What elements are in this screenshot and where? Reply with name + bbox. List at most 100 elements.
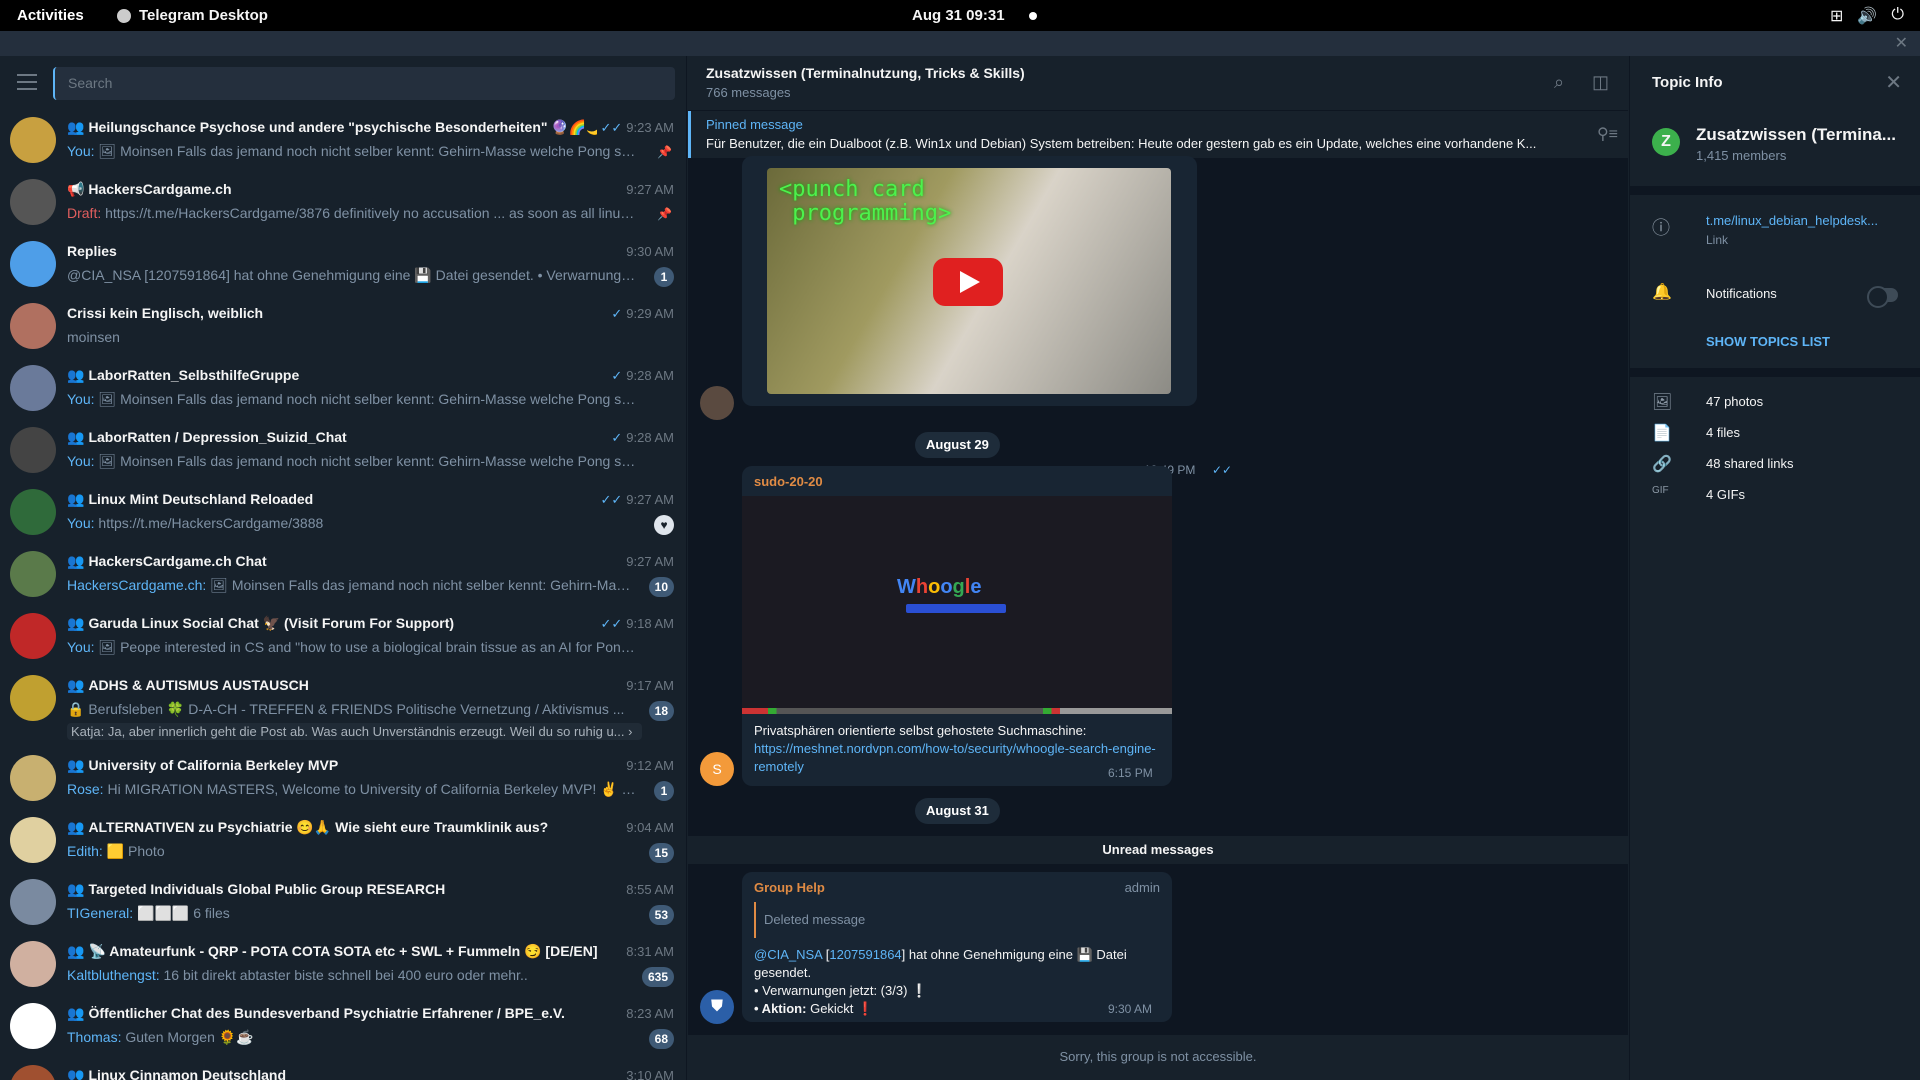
window-titlebar: ✕ <box>0 31 1920 56</box>
conversation-panel: Zusatzwissen (Terminalnutzung, Tricks & … <box>688 56 1628 1080</box>
user-id-link[interactable]: 1207591864 <box>829 947 901 962</box>
activities-button[interactable]: Activities <box>17 7 84 24</box>
shared-media-row[interactable]: GIF 4 GIFs <box>1630 479 1920 511</box>
system-tray[interactable]: ⊞ 🔊 ⏻ <box>1830 6 1904 26</box>
message-bubble[interactable]: sudo-20-20 Whoogle Privatsphären orienti… <box>742 466 1172 786</box>
chat-avatar <box>10 551 56 597</box>
chat-preview: TIGeneral: ⬜⬜⬜ 6 files <box>67 905 230 921</box>
chat-name: 👥 ADHS & AUTISMUS AUSTAUSCH <box>67 677 309 693</box>
shared-media-row[interactable]: 📄 4 files <box>1630 417 1920 449</box>
chat-list-item[interactable]: 👥 LaborRatten / Depression_Suizid_Chat ✓ 9:… <box>0 421 686 483</box>
chat-list-item[interactable]: 👥 ADHS & AUTISMUS AUSTAUSCH 9:17 AM 🔒 Beruf… <box>0 669 686 749</box>
volume-icon[interactable]: 🔊 <box>1857 6 1877 26</box>
chat-list-item[interactable]: 👥 ALTERNATIVEN zu Psychiatrie 😊🙏 Wie sieh… <box>0 811 686 873</box>
pinned-list-icon[interactable]: ⚲≡ <box>1597 124 1618 144</box>
hamburger-menu-icon[interactable] <box>17 74 37 95</box>
avatar[interactable]: S <box>700 752 734 786</box>
chat-list-item[interactable]: 👥 Linux Mint Deutschland Reloaded ✓✓ 9:27 A… <box>0 483 686 545</box>
chat-list-item[interactable]: 👥 Linux Cinnamon Deutschland 3:10 AM <box>0 1059 686 1080</box>
chat-list-item[interactable]: 👥 LaborRatten_SelbsthilfeGruppe ✓ 9:28 AM Yo… <box>0 359 686 421</box>
chat-name: Replies <box>67 243 117 259</box>
chat-avatar <box>10 427 56 473</box>
search-input[interactable]: Search <box>53 67 675 100</box>
conversation-header[interactable]: Zusatzwissen (Terminalnutzung, Tricks & … <box>688 56 1628 111</box>
chat-preview: 🔒 Berufsleben 🍀 D-A-CH - TREFFEN & FRIEN… <box>67 701 625 717</box>
chat-time: 3:10 AM <box>626 1068 674 1080</box>
chat-time: 9:30 AM <box>626 244 674 259</box>
group-icon: 👥 <box>67 1067 85 1080</box>
avatar[interactable] <box>700 386 734 420</box>
message-text: Privatsphären orientierte selbst gehoste… <box>754 722 1164 776</box>
warnings-line: • Verwarnungen jetzt: (3/3) ❕ <box>754 983 928 998</box>
chat-list-item[interactable]: 👥 University of California Berkeley MVP 9:… <box>0 749 686 811</box>
chat-name: 👥 📡 Amateurfunk - QRP - POTA COTA SOTA et… <box>67 943 597 959</box>
video-message[interactable]: <punch card programming> 12:49 PM ✓✓ <box>742 156 1232 477</box>
chat-list-item[interactable]: Replies 9:30 AM @CIA_NSA [1207591864] hat … <box>0 235 686 297</box>
chat-list-item[interactable]: 👥 Targeted Individuals Global Public Grou… <box>0 873 686 935</box>
chat-name: 👥 LaborRatten / Depression_Suizid_Chat <box>67 429 347 445</box>
play-icon[interactable] <box>933 258 1003 306</box>
message-link[interactable]: https://meshnet.nordvpn.com/how-to/secur… <box>754 741 1156 774</box>
mention-link[interactable]: @CIA_NSA <box>754 947 822 962</box>
conversation-subtitle: 766 messages <box>706 85 791 100</box>
show-topics-button[interactable]: SHOW TOPICS LIST <box>1706 334 1830 349</box>
network-icon[interactable]: ⊞ <box>1830 6 1843 26</box>
group-icon: 👥 <box>67 367 85 383</box>
pinned-message-bar[interactable]: Pinned message Für Benutzer, die ein Dua… <box>688 111 1628 158</box>
action-value: Gekickt ❗ <box>810 1001 874 1016</box>
chat-list-item[interactable]: 👥 Garuda Linux Social Chat 🦅 (Visit Forum… <box>0 607 686 669</box>
close-icon[interactable]: ✕ <box>1885 70 1902 95</box>
sender-name[interactable]: Group Help <box>754 880 825 895</box>
chat-list-item[interactable]: 👥 📡 Amateurfunk - QRP - POTA COTA SOTA et… <box>0 935 686 997</box>
side-panel-icon[interactable]: ◫ <box>1592 72 1609 93</box>
pin-icon: 📌 <box>657 145 672 159</box>
message-bubble[interactable]: Group Help admin Deleted message @CIA_NS… <box>742 872 1172 1022</box>
media-count-label: 48 shared links <box>1706 456 1794 471</box>
message-body: Privatsphären orientierte selbst gehoste… <box>754 723 1087 738</box>
search-icon[interactable]: ⌕ <box>1554 72 1564 93</box>
chat-list-item[interactable]: 👥 Heilungschance Psychose und andere "psy… <box>0 111 686 173</box>
chat-list-item[interactable]: 👥 HackersCardgame.ch Chat 9:27 AM HackersCa… <box>0 545 686 607</box>
chat-time: 9:17 AM <box>626 678 674 693</box>
unread-badge: 10 <box>648 577 674 597</box>
shared-media-row[interactable]: 🔗 48 shared links <box>1630 448 1920 480</box>
topic-avatar: Z <box>1652 128 1680 156</box>
topic-name: Zusatzwissen (Termina... <box>1696 125 1896 144</box>
recording-indicator <box>1029 12 1037 20</box>
chat-name: 👥 HackersCardgame.ch Chat <box>67 553 267 569</box>
unread-separator: Unread messages <box>688 836 1628 864</box>
shield-icon[interactable]: ⛊ <box>700 990 734 1024</box>
app-menu[interactable]: Telegram Desktop <box>117 7 268 24</box>
video-thumbnail[interactable]: <punch card programming> <box>767 168 1171 394</box>
chat-time: ✓ 9:28 AM <box>611 368 674 383</box>
reply-quote[interactable]: Deleted message <box>754 902 865 938</box>
group-icon: 👥 <box>67 553 85 569</box>
close-window-icon[interactable]: ✕ <box>1895 33 1908 53</box>
link-label: Link <box>1706 233 1729 247</box>
chat-preview: You: 🖼 Peope interested in CS and "how t… <box>67 639 637 655</box>
chat-list-item[interactable]: 📢 HackersCardgame.ch 9:27 AM Draft: https:… <box>0 173 686 235</box>
media-type-icon: GIF <box>1652 485 1669 496</box>
link-preview-image[interactable]: Whoogle <box>742 496 1172 714</box>
shared-media-row[interactable]: 🖼 47 photos <box>1630 386 1920 418</box>
media-count-label: 47 photos <box>1706 394 1764 409</box>
chat-time: 9:27 AM <box>626 182 674 197</box>
media-type-icon: 📄 <box>1652 425 1672 442</box>
group-icon: 👥 <box>67 119 85 135</box>
chat-preview: Thomas: Guten Morgen 🌻☕ <box>67 1029 254 1045</box>
chat-preview: moinsen <box>67 329 120 345</box>
chat-avatar <box>10 1003 56 1049</box>
notifications-toggle[interactable] <box>1867 286 1898 308</box>
chat-avatar <box>10 879 56 925</box>
chat-list-item[interactable]: Crissi kein Englisch, weiblich ✓ 9:29 AM mo… <box>0 297 686 359</box>
clock[interactable]: Aug 31 09:31 <box>912 7 1005 24</box>
sender-name[interactable]: sudo-20-20 <box>754 474 823 489</box>
chat-list-item[interactable]: 👥 Öffentlicher Chat des Bundesverband Psy… <box>0 997 686 1059</box>
read-check-icon: ✓✓ <box>600 120 623 135</box>
group-icon: 👥 <box>67 757 85 773</box>
unread-badge: 15 <box>648 843 674 863</box>
chat-name: 👥 Öffentlicher Chat des Bundesverband Psy… <box>67 1005 565 1021</box>
topic-link[interactable]: t.me/linux_debian_helpdesk... <box>1706 213 1878 228</box>
power-icon[interactable]: ⏻ <box>1891 6 1904 26</box>
telegram-icon <box>117 8 131 23</box>
